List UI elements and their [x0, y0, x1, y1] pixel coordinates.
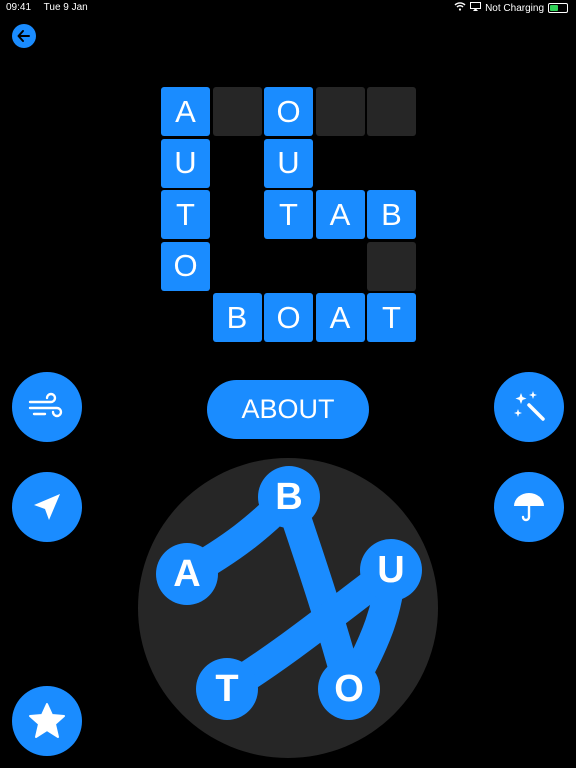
letter-cell: T	[367, 293, 416, 342]
letter-cell: U	[161, 138, 210, 188]
wind-button[interactable]	[12, 372, 82, 442]
empty-cell	[212, 87, 262, 136]
letter-cell: U	[264, 138, 313, 188]
paper-plane-icon	[34, 494, 60, 520]
back-button[interactable]	[12, 24, 36, 48]
current-word-display: ABOUT	[207, 380, 369, 439]
status-time: 09:41	[6, 2, 32, 13]
wheel-letter-u[interactable]: U	[360, 539, 422, 601]
letter-cell: A	[315, 190, 365, 239]
letter-cell: T	[161, 190, 210, 239]
umbrella-icon	[514, 493, 544, 522]
arrow-left-icon	[17, 30, 30, 42]
star-icon	[29, 703, 65, 738]
magic-hint-button[interactable]	[494, 372, 564, 442]
wifi-icon	[454, 2, 466, 14]
wind-icon	[28, 392, 63, 418]
empty-cell	[367, 241, 416, 291]
letter-cell: B	[212, 293, 262, 342]
empty-cell	[367, 87, 416, 136]
charging-status: Not Charging	[485, 2, 544, 14]
status-date: Tue 9 Jan	[43, 2, 88, 13]
send-button[interactable]	[12, 472, 82, 542]
battery-icon	[548, 3, 568, 13]
letter-cell: T	[264, 190, 313, 239]
letter-cell: A	[315, 293, 365, 342]
letter-wheel[interactable]: B A U T O	[138, 458, 438, 758]
status-bar: 09:41 Tue 9 Jan Not Charging	[0, 0, 576, 16]
crossword-grid: AOUUTTABOBOAT	[161, 87, 416, 342]
screen-mirror-icon	[470, 2, 482, 14]
empty-cell	[315, 87, 365, 136]
wheel-letter-a[interactable]: A	[156, 543, 218, 605]
letter-cell: O	[264, 87, 313, 136]
wheel-letter-t[interactable]: T	[196, 658, 258, 720]
umbrella-button[interactable]	[494, 472, 564, 542]
letter-cell: B	[367, 190, 416, 239]
letter-cell: O	[264, 293, 313, 342]
wheel-letter-o[interactable]: O	[318, 658, 380, 720]
letter-cell: A	[161, 87, 210, 136]
wheel-letter-b[interactable]: B	[258, 466, 320, 528]
letter-cell: O	[161, 241, 210, 291]
favorite-button[interactable]	[12, 686, 82, 756]
magic-wand-icon	[514, 391, 545, 421]
